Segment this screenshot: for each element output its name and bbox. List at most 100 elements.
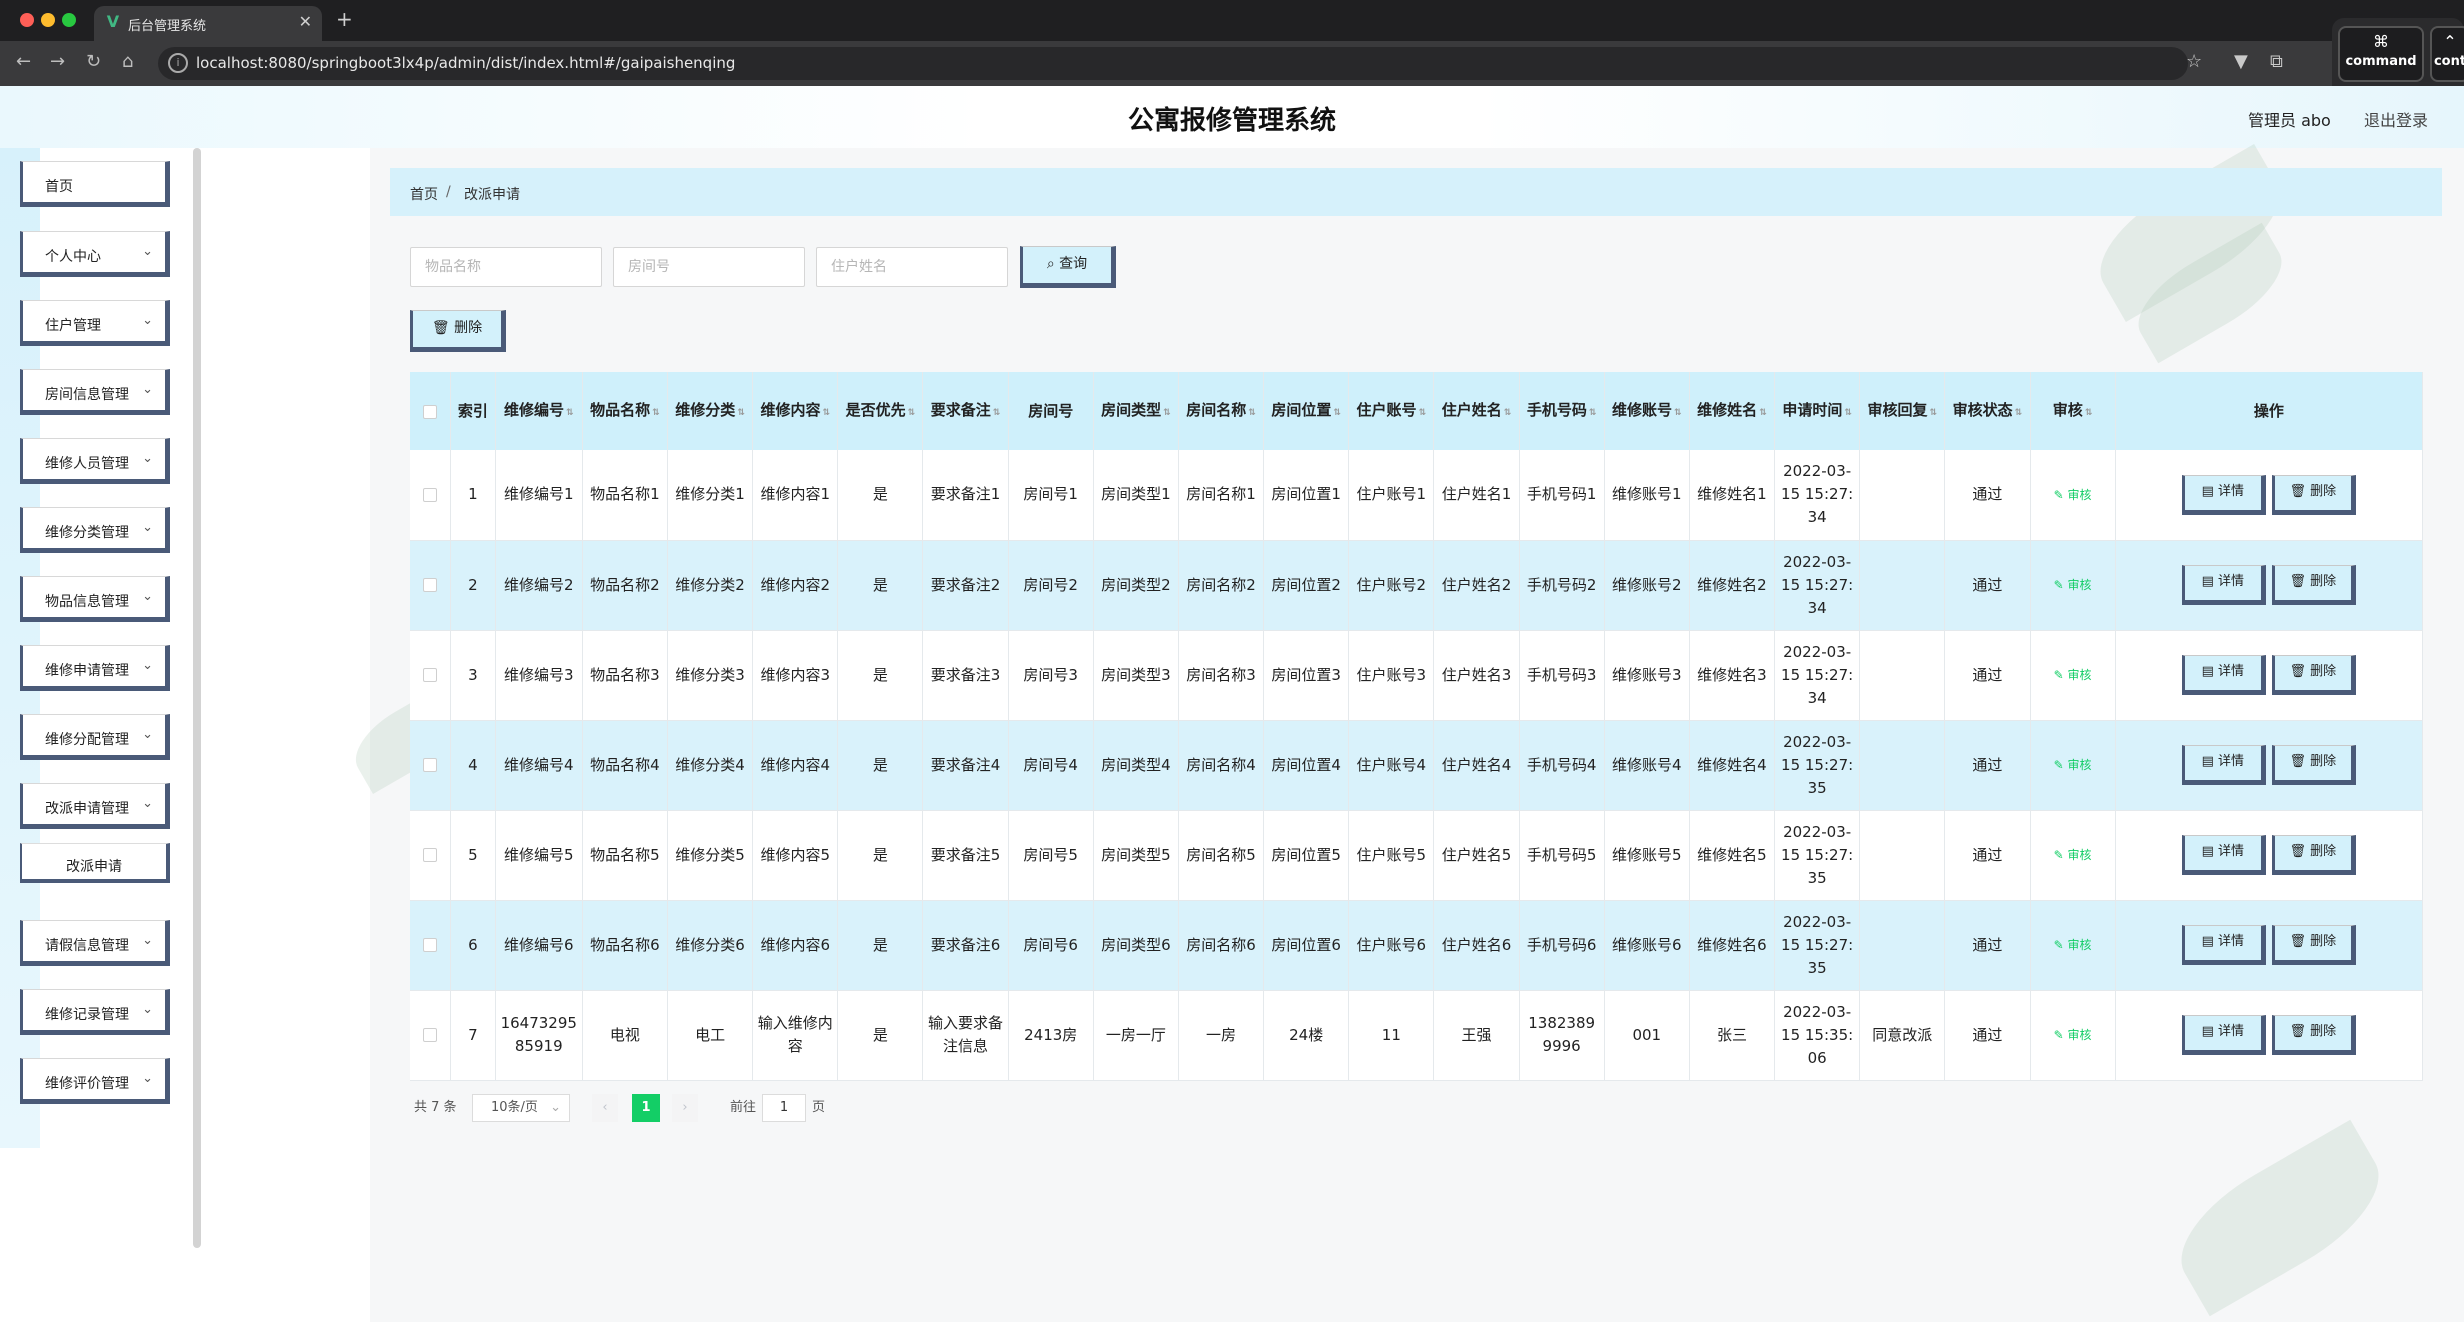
column-header[interactable]: 房间类型 ⇅ <box>1093 372 1179 450</box>
url-field[interactable]: i localhost:8080/springboot3lx4p/admin/d… <box>158 47 2188 80</box>
sidebar-item-10[interactable]: 请假信息管理 ⌄ <box>20 920 170 966</box>
column-header[interactable]: 维修内容 ⇅ <box>752 372 839 450</box>
sort-icon[interactable]: ⇅ <box>1589 402 1597 424</box>
audit-link[interactable]: ✎ 审核 <box>2054 578 2092 592</box>
sidebar-item-6[interactable]: 物品信息管理 ⌄ <box>20 576 170 622</box>
sort-icon[interactable]: ⇅ <box>737 402 745 424</box>
detail-button[interactable]: ▤ 详情 <box>2181 474 2266 515</box>
row-checkbox[interactable] <box>423 668 438 682</box>
reload-icon[interactable]: ↻ <box>86 51 101 72</box>
sidebar-item-11[interactable]: 维修记录管理 ⌄ <box>20 989 170 1035</box>
delete-button[interactable]: 🗑 删除 <box>2271 474 2356 515</box>
delete-button[interactable]: 🗑 删除 <box>2271 565 2356 605</box>
extensions-puzzle-icon[interactable]: ⧉ <box>2270 51 2283 72</box>
sort-icon[interactable]: ⇅ <box>1333 402 1341 424</box>
resident-name-input[interactable] <box>816 247 1008 287</box>
sort-icon[interactable]: ⇅ <box>2015 402 2023 424</box>
delete-button[interactable]: 🗑 删除 <box>2271 925 2356 965</box>
row-checkbox[interactable] <box>423 848 438 862</box>
column-header[interactable]: 维修分类 ⇅ <box>667 372 754 450</box>
column-header[interactable]: 房间名称 ⇅ <box>1178 372 1265 450</box>
next-page-button[interactable]: › <box>672 1094 698 1122</box>
column-header[interactable]: 住户姓名 ⇅ <box>1433 372 1520 450</box>
sidebar-item-1[interactable]: 个人中心 ⌄ <box>20 231 170 277</box>
delete-button[interactable]: 🗑 删除 <box>2271 655 2356 695</box>
breadcrumb-home[interactable]: 首页 <box>410 184 438 204</box>
detail-button[interactable]: ▤ 详情 <box>2181 655 2266 695</box>
sidebar-item-0[interactable]: 首页 <box>20 161 170 207</box>
sidebar-item-5[interactable]: 维修分类管理 ⌄ <box>20 507 170 553</box>
sidebar-item-3[interactable]: 房间信息管理 ⌄ <box>20 369 170 415</box>
sort-icon[interactable]: ⇅ <box>1759 402 1767 424</box>
bookmark-star-icon[interactable]: ☆ <box>2186 51 2202 72</box>
sidebar-item-2[interactable]: 住户管理 ⌄ <box>20 300 170 346</box>
sort-icon[interactable]: ⇅ <box>1844 402 1852 424</box>
audit-link[interactable]: ✎ 审核 <box>2054 848 2092 862</box>
column-header[interactable]: 手机号码 ⇅ <box>1519 372 1605 450</box>
column-header[interactable]: 审核 ⇅ <box>2030 372 2116 450</box>
page-size-select[interactable]: 10条/页 ⌄ <box>472 1094 570 1122</box>
prev-page-button[interactable]: ‹ <box>592 1094 618 1122</box>
audit-link[interactable]: ✎ 审核 <box>2054 668 2092 682</box>
detail-button[interactable]: ▤ 详情 <box>2181 565 2266 605</box>
sort-icon[interactable]: ⇅ <box>1930 402 1938 424</box>
close-window-button[interactable] <box>20 13 34 27</box>
column-header[interactable]: 房间号 <box>1008 372 1094 450</box>
sort-icon[interactable]: ⇅ <box>1163 402 1171 424</box>
home-icon[interactable]: ⌂ <box>122 51 133 72</box>
column-header[interactable]: 操作 <box>2115 372 2424 450</box>
delete-button[interactable]: 🗑 删除 <box>2271 745 2356 785</box>
sidebar-item-9[interactable]: 改派申请管理 ⌄ <box>20 783 170 829</box>
room-number-input[interactable] <box>613 247 805 287</box>
maximize-window-button[interactable] <box>62 13 76 27</box>
detail-button[interactable]: ▤ 详情 <box>2181 925 2266 965</box>
row-checkbox[interactable] <box>423 938 438 952</box>
back-icon[interactable]: ← <box>16 51 31 72</box>
column-header[interactable]: 维修编号 ⇅ <box>495 372 583 450</box>
column-header[interactable]: 审核状态 ⇅ <box>1944 372 2031 450</box>
row-checkbox[interactable] <box>423 1028 438 1042</box>
sidebar-item-12[interactable]: 维修评价管理 ⌄ <box>20 1058 170 1104</box>
sort-icon[interactable]: ⇅ <box>1674 402 1682 424</box>
column-header[interactable]: 是否优先 ⇅ <box>837 372 924 450</box>
column-header[interactable]: 要求备注 ⇅ <box>922 372 1009 450</box>
batch-delete-button[interactable]: 🗑 删除 <box>410 310 506 352</box>
logout-link[interactable]: 退出登录 <box>2364 111 2428 130</box>
sort-icon[interactable]: ⇅ <box>822 402 830 424</box>
column-header[interactable]: 维修姓名 ⇅ <box>1689 372 1776 450</box>
extension-shield-icon[interactable]: ▼ <box>2234 51 2248 72</box>
column-header[interactable]: 申请时间 ⇅ <box>1774 372 1861 450</box>
sort-icon[interactable]: ⇅ <box>1419 402 1427 424</box>
column-header[interactable]: 索引 <box>450 372 496 450</box>
column-header[interactable]: 物品名称 ⇅ <box>582 372 669 450</box>
select-all-checkbox[interactable] <box>423 404 438 419</box>
audit-link[interactable]: ✎ 审核 <box>2054 1028 2092 1042</box>
sort-icon[interactable]: ⇅ <box>652 402 660 424</box>
column-header[interactable]: 住户账号 ⇅ <box>1348 372 1435 450</box>
audit-link[interactable]: ✎ 审核 <box>2054 758 2092 772</box>
row-checkbox[interactable] <box>423 758 438 772</box>
sidebar-subitem-reassign[interactable]: 改派申请 <box>20 843 170 883</box>
audit-link[interactable]: ✎ 审核 <box>2054 938 2092 952</box>
current-page-button[interactable]: 1 <box>632 1094 660 1122</box>
detail-button[interactable]: ▤ 详情 <box>2181 835 2266 875</box>
audit-link[interactable]: ✎ 审核 <box>2054 488 2092 502</box>
row-checkbox[interactable] <box>423 578 438 592</box>
goto-page-input[interactable]: 1 <box>762 1094 806 1122</box>
sidebar-item-4[interactable]: 维修人员管理 ⌄ <box>20 438 170 484</box>
sidebar-item-8[interactable]: 维修分配管理 ⌄ <box>20 714 170 760</box>
tab-close-icon[interactable]: ✕ <box>299 12 312 31</box>
column-header[interactable]: 维修账号 ⇅ <box>1604 372 1690 450</box>
delete-button[interactable]: 🗑 删除 <box>2271 835 2356 875</box>
browser-tab[interactable]: V 后台管理系统 ✕ <box>94 6 322 41</box>
column-header[interactable]: 房间位置 ⇅ <box>1263 372 1350 450</box>
site-info-icon[interactable]: i <box>168 53 188 73</box>
row-checkbox[interactable] <box>423 487 438 502</box>
item-name-input[interactable] <box>410 247 602 287</box>
sort-icon[interactable]: ⇅ <box>993 402 1001 424</box>
column-header[interactable]: 审核回复 ⇅ <box>1859 372 1946 450</box>
query-button[interactable]: ⌕ 查询 <box>1020 246 1116 288</box>
sidebar-item-7[interactable]: 维修申请管理 ⌄ <box>20 645 170 691</box>
sort-icon[interactable]: ⇅ <box>1248 402 1256 424</box>
sort-icon[interactable]: ⇅ <box>2085 402 2093 424</box>
